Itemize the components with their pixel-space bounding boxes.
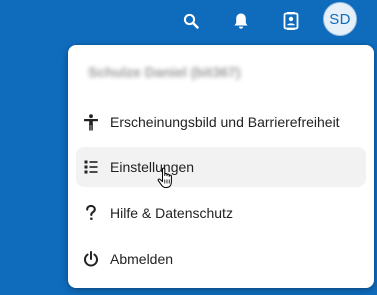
bell-icon bbox=[234, 13, 248, 29]
question-mark-icon bbox=[82, 204, 100, 222]
menu-item-logout[interactable]: Abmelden bbox=[76, 239, 366, 279]
user-menu: Schulze Daniel (bit367) Erscheinungsbild… bbox=[68, 45, 374, 288]
menu-item-label: Einstellungen bbox=[110, 159, 195, 175]
accessibility-icon bbox=[82, 113, 100, 131]
search-icon bbox=[183, 13, 199, 29]
power-icon bbox=[82, 250, 100, 268]
menu-item-label: Erscheinungsbild und Barrierefreiheit bbox=[110, 114, 340, 130]
menu-item-help[interactable]: Hilfe & Datenschutz bbox=[76, 193, 366, 233]
menu-item-label: Abmelden bbox=[110, 251, 174, 267]
avatar[interactable]: SD bbox=[324, 3, 356, 35]
contacts-icon bbox=[283, 12, 299, 30]
header-bar: SD bbox=[0, 0, 377, 42]
contacts-button[interactable] bbox=[278, 8, 304, 34]
menu-item-settings[interactable]: Einstellungen bbox=[76, 147, 366, 187]
menu-user-name: Schulze Daniel (bit367) bbox=[88, 64, 241, 80]
search-button[interactable] bbox=[178, 8, 204, 34]
notifications-button[interactable] bbox=[228, 8, 254, 34]
menu-item-appearance[interactable]: Erscheinungsbild und Barrierefreiheit bbox=[76, 102, 366, 142]
settings-list-icon bbox=[82, 158, 100, 176]
menu-item-label: Hilfe & Datenschutz bbox=[110, 205, 233, 221]
